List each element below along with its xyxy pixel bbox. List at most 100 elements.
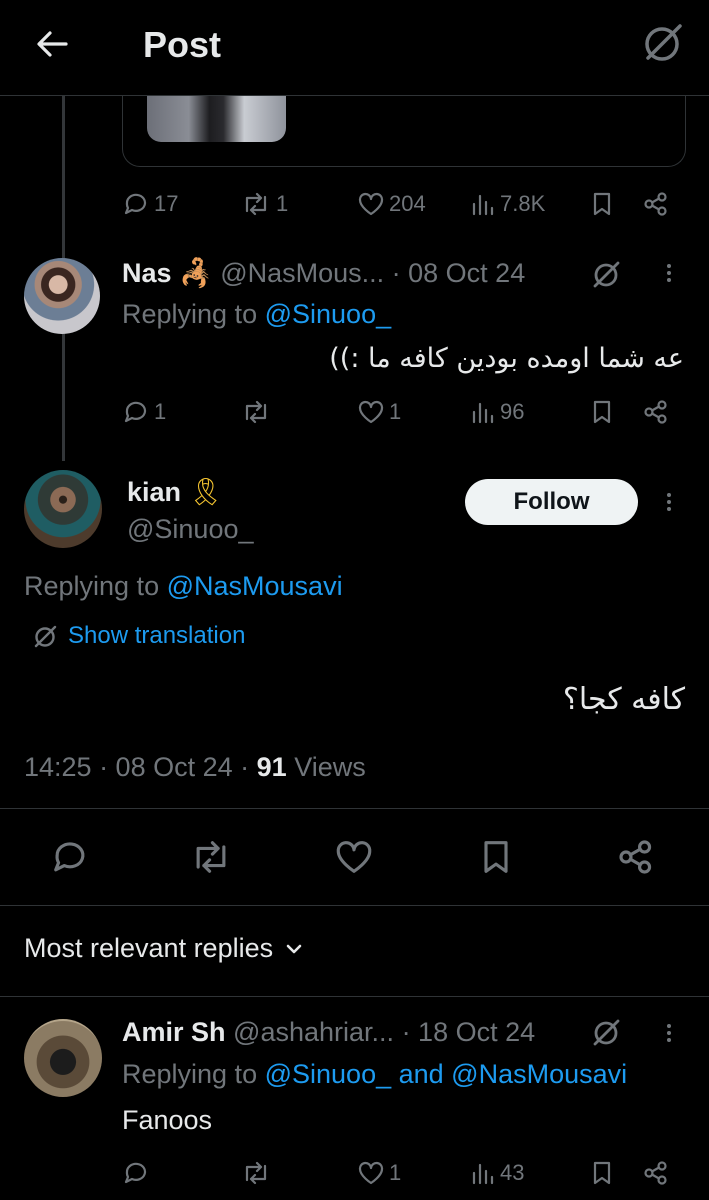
follow-button[interactable]: Follow — [465, 479, 638, 525]
author-name[interactable]: Amir Sh — [122, 1017, 226, 1047]
views-button[interactable]: 96 — [470, 392, 524, 432]
sort-replies-button[interactable]: Most relevant replies — [24, 933, 305, 964]
repost-icon — [245, 1161, 267, 1185]
repost-button[interactable] — [188, 834, 234, 880]
reply-button[interactable]: 17 — [122, 184, 178, 224]
heart-icon — [358, 1161, 384, 1185]
avatar[interactable] — [24, 1019, 102, 1097]
avatar[interactable] — [24, 258, 100, 334]
share-icon — [619, 840, 652, 874]
follow-label: Follow — [513, 488, 590, 515]
share-button[interactable] — [642, 1153, 670, 1193]
bookmark-button[interactable] — [588, 184, 616, 224]
media-thumbnail[interactable] — [147, 96, 286, 142]
chevron-down-icon — [286, 944, 302, 953]
author-handle[interactable]: @ashahriar... — [233, 1017, 394, 1047]
post-text: عه شما اومده بودین کافه ما :)) — [329, 343, 684, 374]
share-button[interactable] — [616, 834, 656, 880]
like-button[interactable]: 1 — [357, 1153, 401, 1193]
views-count: 43 — [500, 1160, 525, 1185]
share-icon — [644, 192, 667, 216]
post-date: · 08 Oct 24 — [391, 258, 526, 288]
share-icon — [644, 1161, 667, 1185]
grok-icon — [593, 1019, 620, 1046]
reply-button[interactable] — [122, 1153, 150, 1193]
page-title: Post — [143, 24, 222, 65]
views-count: 96 — [500, 399, 525, 424]
media-card[interactable] — [122, 96, 686, 167]
repost-button[interactable] — [240, 1153, 272, 1193]
reply-count: 1 — [154, 399, 167, 424]
header-bar: Post — [0, 0, 709, 95]
show-translation-button[interactable]: Show translation — [32, 622, 245, 650]
share-button[interactable] — [642, 392, 670, 432]
like-count: 1 — [389, 1160, 402, 1185]
repost-button[interactable]: 1 — [240, 184, 288, 224]
bookmark-icon — [593, 192, 611, 216]
reply2-actions: 1 43 — [0, 1153, 709, 1193]
repost-button[interactable] — [240, 392, 272, 432]
bookmark-button[interactable] — [588, 1153, 616, 1193]
views-count: 91 — [256, 752, 287, 782]
replying-to-link[interactable]: @NasMousavi — [167, 571, 343, 601]
divider — [0, 808, 709, 809]
like-button[interactable] — [334, 834, 374, 880]
reply1-actions: 1 1 96 — [0, 392, 709, 432]
replying-prefix: Replying to — [24, 571, 160, 601]
heart-icon — [358, 192, 384, 216]
replying-prefix: Replying to — [122, 299, 258, 329]
like-button[interactable]: 204 — [357, 184, 426, 224]
bookmark-button[interactable] — [588, 392, 616, 432]
arrow-left-icon — [37, 31, 68, 57]
bookmark-icon — [484, 841, 508, 873]
reply-button[interactable] — [50, 834, 90, 880]
reply-icon — [54, 842, 85, 872]
grok-button[interactable] — [590, 1015, 624, 1049]
heart-icon — [336, 841, 372, 873]
grok-button[interactable] — [638, 18, 688, 68]
main-author-name[interactable]: kian — [127, 477, 181, 507]
like-button[interactable]: 1 — [357, 392, 401, 432]
bookmark-icon — [593, 400, 611, 424]
views-button[interactable]: 43 — [470, 1153, 524, 1193]
repost-icon — [245, 400, 267, 424]
scorpion-emoji-icon: 🦂 — [179, 258, 213, 288]
grok-button[interactable] — [590, 257, 624, 291]
reply-count: 17 — [154, 191, 179, 216]
more-options-button[interactable] — [667, 1021, 671, 1045]
yellow-ribbon-icon: 🎗 — [188, 477, 223, 507]
bookmark-button[interactable] — [476, 834, 516, 880]
divider — [0, 905, 709, 906]
repost-icon — [196, 841, 226, 873]
bookmark-icon — [593, 1161, 611, 1185]
show-translation-label: Show translation — [68, 622, 246, 649]
like-count: 204 — [389, 191, 426, 216]
post-text: Fanoos — [122, 1105, 213, 1135]
reply-button[interactable]: 1 — [122, 392, 166, 432]
author-name[interactable]: Nas — [122, 258, 172, 288]
more-options-button[interactable] — [667, 261, 671, 285]
views-count: 7.8K — [500, 191, 546, 216]
grok-icon — [645, 24, 682, 61]
share-icon — [644, 400, 667, 424]
main-avatar[interactable] — [24, 470, 102, 548]
repost-count: 1 — [276, 191, 289, 216]
reply-icon — [124, 401, 147, 423]
like-count: 1 — [389, 399, 402, 424]
grok-icon — [34, 625, 57, 648]
main-author-handle[interactable]: @Sinuoo_ — [127, 514, 254, 545]
more-options-button[interactable] — [667, 490, 671, 514]
top-post-actions: 17 1 204 7.8K — [0, 184, 709, 224]
views-icon — [472, 402, 494, 424]
post-timestamp[interactable]: 14:25 · 08 Oct 24 · — [24, 752, 249, 782]
author-handle[interactable]: @NasMous... — [220, 258, 384, 288]
grok-icon — [593, 261, 620, 288]
replying-to-link[interactable]: @Sinuoo_ — [265, 299, 392, 329]
views-button[interactable]: 7.8K — [470, 184, 545, 224]
back-button[interactable] — [30, 22, 80, 66]
share-button[interactable] — [642, 184, 670, 224]
views-label: Views — [294, 752, 366, 782]
replying-to-link[interactable]: @Sinuoo_ and @NasMousavi — [265, 1059, 628, 1089]
main-post-text: کافه کجا؟ — [562, 682, 685, 717]
main-post-actions — [0, 834, 709, 880]
